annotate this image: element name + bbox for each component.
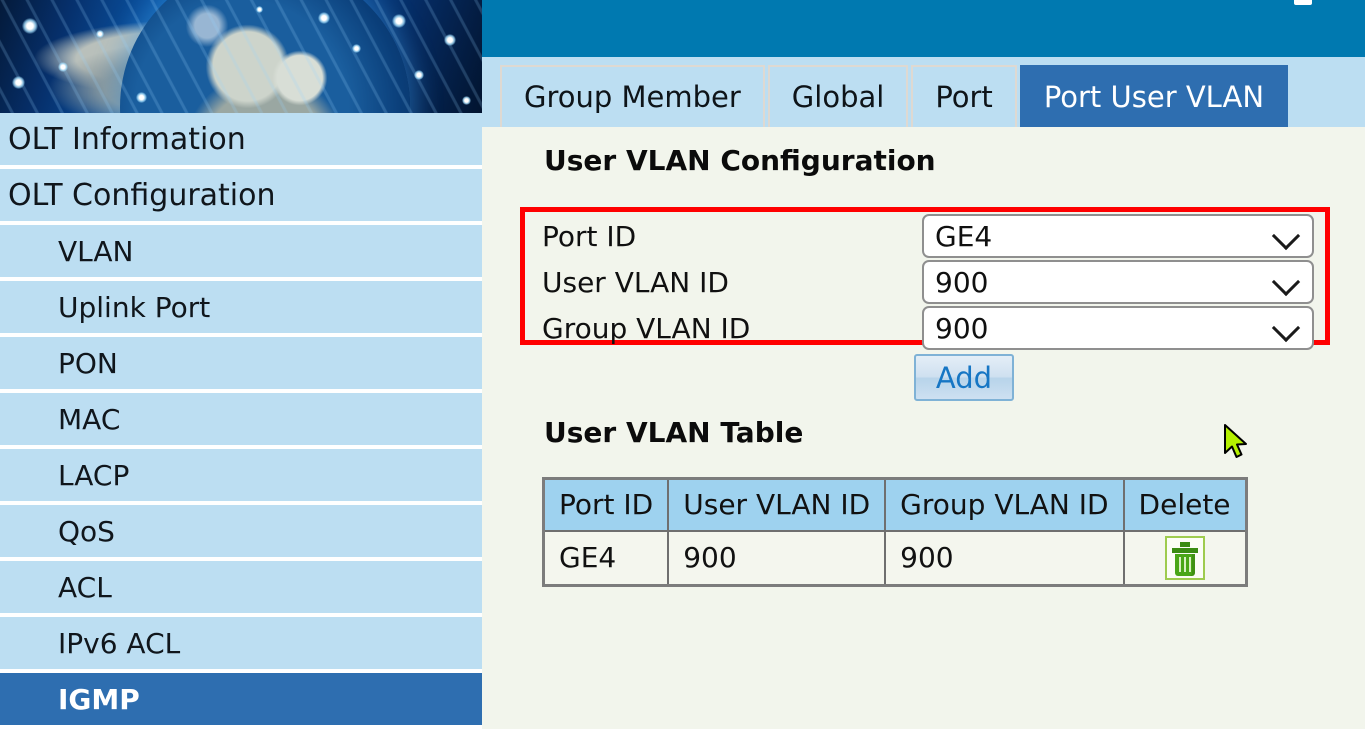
chevron-down-icon [1271, 313, 1301, 343]
header-label-fragment [1294, 0, 1312, 5]
sidebar-item-lacp[interactable]: LACP [0, 449, 482, 501]
cell-user-vlan-id: 900 [667, 529, 887, 586]
top-header-bar [482, 0, 1365, 57]
add-button[interactable]: Add [914, 354, 1014, 401]
tab-label: Group Member [524, 80, 741, 114]
group-vlan-id-select[interactable]: 900 [922, 306, 1314, 350]
table-column-header: Port ID [542, 477, 670, 532]
sidebar-item-label: QoS [58, 514, 115, 548]
user-vlan-configuration-form: Port ID GE4 User VLAN ID 900 Group VLAN ID 90… [542, 213, 1324, 351]
cell-group-vlan-id: 900 [884, 529, 1125, 586]
label-user-vlan-id: User VLAN ID [542, 265, 729, 299]
table-column-header: Delete [1122, 477, 1248, 532]
tab-global[interactable]: Global [767, 65, 909, 127]
user-vlan-id-select[interactable]: 900 [922, 260, 1314, 304]
cell-delete [1122, 529, 1248, 586]
cell-port-id: GE4 [542, 529, 670, 586]
form-row-group-vlan-id: Group VLAN ID 900 [542, 305, 1324, 351]
table-column-header: User VLAN ID [667, 477, 887, 532]
sidebar-item-label: OLT Configuration [8, 177, 276, 213]
table-body: GE4 900 900 [542, 529, 1248, 586]
bokeh-lights-graphic [0, 0, 482, 113]
tab-strip: Group Member Global Port Port User VLAN [482, 57, 1365, 127]
banner-globe-fiber-icon [0, 0, 482, 113]
tab-port-user-vlan[interactable]: Port User VLAN [1019, 65, 1289, 127]
content-area: User VLAN Configuration Port ID GE4 User V… [482, 127, 1365, 729]
sidebar-item-qos[interactable]: QoS [0, 505, 482, 557]
tab-port[interactable]: Port [911, 65, 1017, 127]
sidebar-item-uplink-port[interactable]: Uplink Port [0, 281, 482, 333]
chevron-down-icon [1271, 221, 1301, 251]
sidebar-item-igmp[interactable]: IGMP [0, 673, 482, 725]
sidebar-item-label: IGMP [58, 682, 140, 716]
sidebar-menu: OLT Information OLT Configuration VLAN Upli… [0, 113, 482, 729]
chevron-down-icon [1271, 267, 1301, 297]
label-group-vlan-id: Group VLAN ID [542, 311, 751, 345]
application-window: OLT Information OLT Configuration VLAN Upli… [0, 0, 1365, 729]
table-header-row: Port ID User VLAN ID Group VLAN ID Delete [542, 477, 1248, 532]
user-vlan-table: Port ID User VLAN ID Group VLAN ID Delete G… [542, 477, 1248, 587]
mouse-pointer-icon [1224, 424, 1250, 462]
table-row: GE4 900 900 [542, 529, 1248, 586]
port-id-select-value: GE4 [935, 219, 993, 253]
form-row-user-vlan-id: User VLAN ID 900 [542, 259, 1324, 305]
sidebar-item-olt-configuration[interactable]: OLT Configuration [0, 169, 482, 221]
port-id-select[interactable]: GE4 [922, 214, 1314, 258]
main-pane: Group Member Global Port Port User VLAN Use… [482, 0, 1365, 729]
sidebar-item-label: VLAN [58, 234, 134, 268]
sidebar-item-ipv6-acl[interactable]: IPv6 ACL [0, 617, 482, 669]
sidebar-item-olt-information[interactable]: OLT Information [0, 113, 482, 165]
sidebar-item-vlan[interactable]: VLAN [0, 225, 482, 277]
sidebar-item-acl[interactable]: ACL [0, 561, 482, 613]
table-column-header: Group VLAN ID [884, 477, 1125, 532]
tab-label: Port [935, 80, 993, 114]
sidebar-item-mac[interactable]: MAC [0, 393, 482, 445]
sidebar-item-label: IPv6 ACL [58, 626, 181, 660]
sidebar-item-label: OLT Information [8, 121, 246, 157]
label-port-id: Port ID [542, 219, 637, 253]
sidebar-item-pon[interactable]: PON [0, 337, 482, 389]
group-vlan-id-select-value: 900 [935, 311, 989, 345]
tab-label: Global [791, 80, 885, 114]
sidebar-item-label: MAC [58, 402, 121, 436]
tab-strip-filler [1291, 65, 1365, 127]
sidebar-item-label: ACL [58, 570, 112, 604]
form-row-port-id: Port ID GE4 [542, 213, 1324, 259]
sidebar: OLT Information OLT Configuration VLAN Upli… [0, 0, 482, 729]
user-vlan-configuration-title: User VLAN Configuration [544, 144, 936, 177]
sidebar-item-label: Uplink Port [58, 290, 211, 324]
trash-icon[interactable] [1164, 535, 1205, 580]
user-vlan-table-title: User VLAN Table [544, 416, 804, 449]
sidebar-item-label: LACP [58, 458, 130, 492]
tab-label: Port User VLAN [1043, 80, 1265, 114]
user-vlan-id-select-value: 900 [935, 265, 989, 299]
sidebar-item-label: PON [58, 346, 118, 380]
tab-group-member[interactable]: Group Member [500, 65, 765, 127]
